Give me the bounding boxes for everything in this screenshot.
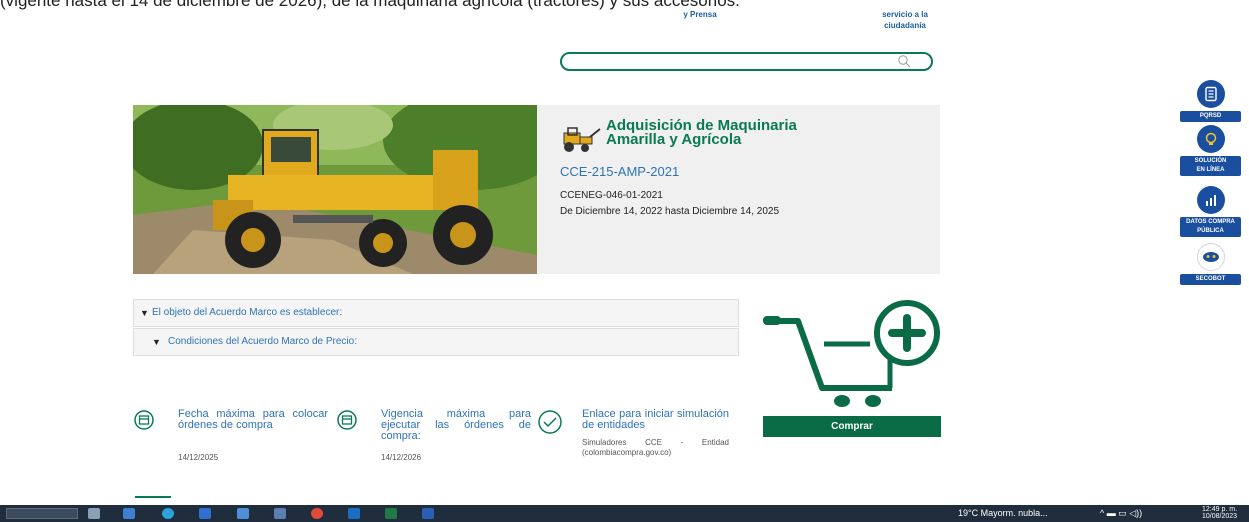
vigencia-label: Vigencia máxima para ejecutar las órdene… <box>381 408 531 442</box>
sidebar-solucion-label: SOLUCIÓN EN LÍNEA <box>1180 156 1241 176</box>
explorer-icon[interactable] <box>123 508 135 519</box>
sidebar-item-secobot[interactable]: SECOBOT <box>1180 243 1241 285</box>
chrome-icon[interactable] <box>311 508 323 519</box>
hero-card: Adquisición de Maquinaria Amarilla y Agr… <box>133 105 940 274</box>
nav-prensa-label: y Prensa <box>683 10 717 19</box>
task-view-icon[interactable] <box>88 508 100 519</box>
accordion-condiciones[interactable]: ▼ Condiciones del Acuerdo Marco de Preci… <box>133 328 739 356</box>
sidebar-solucion-line1: SOLUCIÓN <box>1194 158 1227 164</box>
tractor-icon <box>560 125 604 153</box>
os-taskbar: 19°C Mayorm. nubla... ^ ▬ ▭ ◁)) 12:49 p.… <box>0 505 1249 522</box>
clock-time: 12:49 p. m. <box>1202 506 1238 513</box>
taskbar-clock[interactable]: 12:49 p. m. 10/08/2023 <box>1202 506 1237 520</box>
search-icon[interactable] <box>897 54 911 71</box>
accordion-condiciones-label: Condiciones del Acuerdo Marco de Precio: <box>168 336 357 347</box>
enlace-value[interactable]: Simuladores CCE - Entidad (colombiacompr… <box>582 438 729 458</box>
agreement-dates: De Diciembre 14, 2022 hasta Diciembre 14… <box>560 206 780 217</box>
hero-info: Adquisición de Maquinaria Amarilla y Agr… <box>560 118 930 218</box>
sidebar-item-datos-compra-publica[interactable]: DATOS COMPRA PÚBLICA <box>1180 186 1241 237</box>
robot-icon <box>1196 243 1225 271</box>
nav-servicio-line1: servicio a la <box>882 10 928 19</box>
sidebar-datos-line1: DATOS COMPRA <box>1186 219 1235 225</box>
enlace-label: Enlace para iniciar simulación de entida… <box>582 408 729 431</box>
app-icon[interactable] <box>274 508 286 519</box>
edge-icon[interactable] <box>162 508 174 519</box>
nav-link-servicio-ciudadania[interactable]: servicio a la ciudadanía <box>870 9 940 31</box>
sidebar-datos-label: DATOS COMPRA PÚBLICA <box>1180 217 1241 237</box>
store-icon[interactable] <box>199 508 211 519</box>
accordion-objeto[interactable]: ▼ El objeto del Acuerdo Marco es estable… <box>133 299 739 327</box>
word-icon[interactable] <box>422 508 434 519</box>
weather-widget[interactable]: 19°C Mayorm. nubla... <box>958 508 1048 518</box>
document-icon <box>1196 80 1225 108</box>
hero-title-line2: Amarilla y Agrícola <box>606 131 742 148</box>
nav-servicio-line2: ciudadanía <box>884 21 926 30</box>
nav-link-prensa[interactable]: y Prensa <box>665 9 735 20</box>
outlook-icon[interactable] <box>348 508 360 519</box>
check-circle-icon <box>537 409 563 438</box>
shopping-cart-add-icon <box>760 296 945 408</box>
mail-icon[interactable] <box>237 508 249 519</box>
sidebar-item-pqrsd[interactable]: PQRSD <box>1180 80 1241 122</box>
calendar-icon <box>133 409 155 434</box>
info-fecha: Fecha máxima para colocar órdenes de com… <box>133 409 328 469</box>
buy-button[interactable]: Comprar <box>763 416 941 437</box>
caret-down-icon: ▼ <box>140 308 149 318</box>
tab-indicator <box>135 496 171 498</box>
info-enlace: Enlace para iniciar simulación de entida… <box>537 409 737 469</box>
bar-chart-icon <box>1196 186 1225 214</box>
accordion-objeto-label: El objeto del Acuerdo Marco es establece… <box>152 307 343 318</box>
system-tray-icons[interactable]: ^ ▬ ▭ ◁)) <box>1100 508 1142 519</box>
fecha-value: 14/12/2025 <box>178 453 219 462</box>
agreement-code: CCE-215-AMP-2021 <box>560 164 680 179</box>
motor-grader-photo <box>133 105 537 274</box>
excel-icon[interactable] <box>385 508 397 519</box>
intro-text: (vigente hasta el 14 de diciembre de 202… <box>0 0 740 10</box>
caret-down-icon: ▼ <box>152 337 161 347</box>
taskbar-start-button[interactable] <box>6 508 78 519</box>
clock-date: 10/08/2023 <box>1202 513 1238 520</box>
agreement-ref: CCENEG-046-01-2021 <box>560 190 663 201</box>
sidebar-item-solucion-en-linea[interactable]: SOLUCIÓN EN LÍNEA <box>1180 125 1241 176</box>
calendar-icon <box>336 409 358 434</box>
page: { "header": { "intro_text": "(vigente ha… <box>0 0 1249 522</box>
info-vigencia: Vigencia máxima para ejecutar las órdene… <box>336 409 534 469</box>
sidebar-solucion-line2: EN LÍNEA <box>1196 167 1225 173</box>
search-input[interactable] <box>560 52 933 71</box>
sidebar-secobot-label: SECOBOT <box>1180 274 1241 285</box>
fecha-label: Fecha máxima para colocar órdenes de com… <box>178 408 328 431</box>
lightbulb-icon <box>1196 125 1225 153</box>
vigencia-value: 14/12/2026 <box>381 453 422 462</box>
sidebar-datos-line2: PÚBLICA <box>1197 228 1224 234</box>
sidebar-pqrsd-label: PQRSD <box>1180 111 1241 122</box>
